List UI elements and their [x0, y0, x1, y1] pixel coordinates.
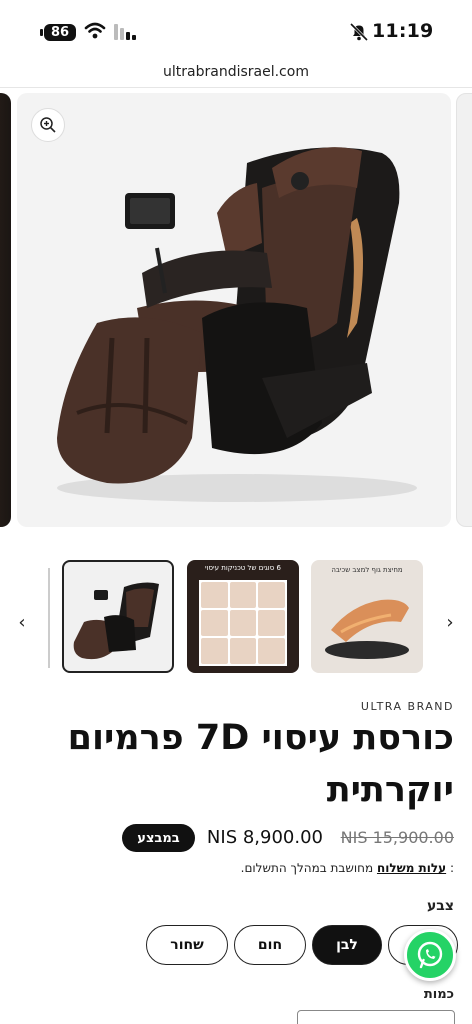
next-slide[interactable] [456, 93, 472, 527]
thumbnails-next-button[interactable]: › [436, 608, 464, 636]
thumbnail-techniques[interactable]: 6 סוגים של טכניקות עיסוי [187, 560, 299, 673]
wifi-icon [84, 22, 106, 39]
clock: 11:19 [372, 20, 434, 42]
thumbnail-chair-image [73, 582, 159, 660]
regular-price: NIS 15,900.00 [340, 828, 454, 847]
shipping-note: : עלות משלוח מחושבת במהלך התשלום. [241, 861, 454, 875]
quantity-label: כמות [423, 987, 454, 1002]
chevron-right-icon: › [446, 611, 454, 633]
battery-indicator: 86 [44, 24, 76, 41]
address-bar[interactable]: ultrabrandisrael.com [0, 60, 472, 88]
sale-price: NIS 8,900.00 [206, 827, 323, 848]
quantity-selector[interactable] [297, 1010, 455, 1024]
thumbnail-caption: 6 סוגים של טכניקות עיסוי [205, 564, 281, 572]
battery-tip [40, 29, 43, 36]
color-option-black[interactable]: שחור [146, 925, 228, 965]
color-option-brown[interactable]: חום [234, 925, 306, 965]
color-option-white[interactable]: לבן [312, 925, 382, 965]
shipping-suffix: מחושבת במהלך התשלום. [240, 861, 374, 875]
sale-badge: במבצע [122, 824, 195, 852]
thumbnail-recline[interactable]: מחיצת גוף למצב שכיבה [311, 560, 423, 673]
main-product-image[interactable] [17, 93, 451, 527]
product-title: כורסת עיסוי 7D פרמיום יוקרתית [67, 718, 454, 810]
cellular-signal-icon [114, 24, 136, 40]
zoom-button[interactable] [31, 108, 65, 142]
chevron-left-icon: ‹ [18, 611, 26, 633]
shipping-prefix: : [449, 861, 454, 875]
thumbnail-chair[interactable] [62, 560, 174, 673]
massage-chair-illustration [57, 147, 417, 502]
status-bar: 86 11:19 [0, 0, 472, 60]
silent-mode-icon [349, 22, 369, 42]
product-gallery [0, 93, 472, 533]
shipping-policy-link[interactable]: עלות משלוח [377, 861, 446, 875]
previous-slide[interactable] [0, 93, 11, 527]
color-label: צבע [426, 898, 454, 914]
whatsapp-chat-button[interactable] [404, 929, 456, 981]
thumbnails-previous-button[interactable]: ‹ [8, 608, 36, 636]
zoom-in-icon [40, 117, 56, 133]
whatsapp-icon [417, 941, 443, 969]
thumbnail-caption: מחיצת גוף למצב שכיבה [331, 566, 403, 574]
price-row: NIS 15,900.00 NIS 8,900.00 במבצע [14, 824, 454, 854]
thumbnail-edge [48, 568, 50, 668]
techniques-grid [199, 580, 287, 666]
thumbnail-strip: ‹ 6 סוגים של טכניקות עיסוי מחיצת גוף למצ… [0, 560, 472, 678]
thumbnail-recline-image [325, 599, 409, 659]
